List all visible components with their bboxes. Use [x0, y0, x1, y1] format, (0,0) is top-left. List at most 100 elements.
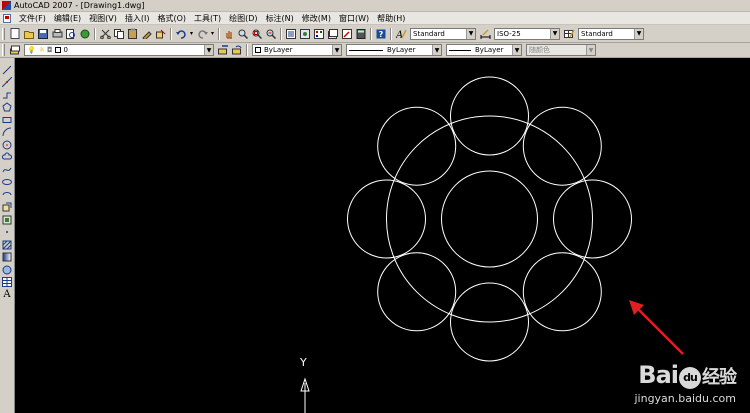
sheet-set-manager-icon[interactable]: [327, 28, 339, 40]
zoom-previous-icon[interactable]: [265, 28, 277, 40]
table-style-select[interactable]: Standard ▼: [578, 27, 644, 40]
construction-line-icon[interactable]: [2, 77, 13, 88]
lineweight-control-select[interactable]: ByLayer ▼: [446, 44, 522, 56]
menu-tools[interactable]: 工具(T): [190, 13, 225, 24]
layer-select[interactable]: 💡 ☼ ◘ 0 ▼: [24, 44, 214, 56]
menu-window[interactable]: 窗口(W): [335, 13, 373, 24]
redo-dropdown-icon[interactable]: ▾: [210, 28, 215, 40]
multiline-text-icon[interactable]: A: [2, 289, 13, 300]
pan-icon[interactable]: [223, 28, 235, 40]
layer-state-icons: 💡: [27, 46, 36, 54]
markup-set-manager-icon[interactable]: [341, 28, 353, 40]
linetype-control-select[interactable]: ByLayer ▼: [346, 44, 442, 56]
document-icon[interactable]: [3, 13, 11, 23]
menu-file[interactable]: 文件(F): [15, 13, 50, 24]
region-icon[interactable]: [2, 264, 13, 275]
help-icon[interactable]: ?: [375, 28, 387, 40]
chevron-down-icon: ▼: [466, 28, 475, 39]
polyline-icon[interactable]: [2, 89, 13, 100]
point-icon[interactable]: [2, 227, 13, 238]
new-file-icon[interactable]: [9, 28, 21, 40]
chevron-down-icon: ▼: [432, 45, 441, 55]
circle-icon[interactable]: [2, 139, 13, 150]
color-control-select[interactable]: ByLayer ▼: [252, 44, 342, 56]
match-properties-icon[interactable]: [141, 28, 153, 40]
polygon-icon[interactable]: [2, 102, 13, 113]
copy-icon[interactable]: [113, 28, 125, 40]
autocad-window: AutoCAD 2007 - [Drawing1.dwg] 文件(F) 编辑(E…: [0, 0, 750, 413]
toolbar-grip[interactable]: [2, 27, 5, 40]
lineweight-control-value: ByLayer: [475, 46, 504, 54]
undo-dropdown-icon[interactable]: ▾: [189, 28, 194, 40]
design-center-icon[interactable]: [299, 28, 311, 40]
make-block-icon[interactable]: [2, 214, 13, 225]
menu-edit[interactable]: 编辑(E): [50, 13, 85, 24]
menu-view[interactable]: 视图(V): [85, 13, 121, 24]
drawing-canvas[interactable]: Y Bai du 经验 jingyan.baidu.com: [15, 58, 750, 413]
tool-palettes-icon[interactable]: [313, 28, 325, 40]
publish-icon[interactable]: [79, 28, 91, 40]
spline-icon[interactable]: [2, 164, 13, 175]
linetype-sample: [349, 49, 383, 51]
menu-insert[interactable]: 插入(I): [121, 13, 154, 24]
menu-modify[interactable]: 修改(M): [298, 13, 335, 24]
quickcalc-icon[interactable]: [355, 28, 367, 40]
menu-draw[interactable]: 绘图(D): [225, 13, 261, 24]
plot-preview-icon[interactable]: [65, 28, 77, 40]
properties-icon[interactable]: [285, 28, 297, 40]
arc-icon[interactable]: [2, 127, 13, 138]
line-icon[interactable]: [2, 64, 13, 75]
open-file-icon[interactable]: [23, 28, 35, 40]
chevron-down-icon: ▼: [332, 45, 341, 55]
save-icon[interactable]: [37, 28, 49, 40]
dimension-style-icon[interactable]: [479, 28, 491, 40]
menu-help[interactable]: 帮助(H): [373, 13, 409, 24]
toolbar-grip[interactable]: [2, 44, 5, 56]
lock-icon: ◘: [47, 46, 53, 54]
watermark-url: jingyan.baidu.com: [634, 392, 736, 405]
paste-icon[interactable]: [127, 28, 139, 40]
redo-icon[interactable]: [196, 28, 208, 40]
gradient-icon[interactable]: [2, 252, 13, 263]
menu-bar: 文件(F) 编辑(E) 视图(V) 插入(I) 格式(O) 工具(T) 绘图(D…: [0, 12, 750, 25]
center-circle: [441, 170, 538, 268]
text-style-select[interactable]: Standard ▼: [410, 27, 476, 40]
text-style-icon[interactable]: A: [395, 28, 407, 40]
cut-icon[interactable]: [99, 28, 111, 40]
separator: [390, 27, 392, 40]
linetype-control-value: ByLayer: [387, 46, 416, 54]
table-icon[interactable]: [2, 277, 13, 288]
ellipse-icon[interactable]: [2, 177, 13, 188]
window-title: AutoCAD 2007 - [Drawing1.dwg]: [14, 1, 145, 10]
separator: [370, 27, 372, 40]
separator: [94, 27, 96, 40]
table-style-icon[interactable]: [563, 28, 575, 40]
paw-icon: du: [679, 367, 701, 389]
zoom-window-icon[interactable]: [251, 28, 263, 40]
hatch-icon[interactable]: [2, 239, 13, 250]
menu-format[interactable]: 格式(O): [153, 13, 190, 24]
separator: [170, 27, 172, 40]
insert-block-icon[interactable]: [2, 202, 13, 213]
svg-text:?: ?: [379, 30, 384, 39]
rectangle-icon[interactable]: [2, 114, 13, 125]
menu-dimension[interactable]: 标注(N): [262, 13, 298, 24]
plot-style-control-select[interactable]: 随颜色 ▼: [526, 44, 596, 56]
undo-icon[interactable]: [175, 28, 187, 40]
standard-toolbar: ▾ ▾ ? A Standard ▼ ISO-25 ▼ Standard ▼: [0, 25, 750, 43]
ellipse-arc-icon[interactable]: [2, 189, 13, 200]
layer-manager-icon[interactable]: [9, 44, 21, 56]
ucs-y-label: Y: [300, 356, 307, 369]
plot-icon[interactable]: [51, 28, 63, 40]
layer-previous-icon[interactable]: [231, 44, 243, 56]
plot-style-control-value: 随颜色: [529, 46, 550, 54]
current-layer-value: 0: [63, 46, 69, 54]
layer-color-swatch: [54, 47, 61, 53]
revision-cloud-icon[interactable]: [2, 152, 13, 163]
block-editor-icon[interactable]: [155, 28, 167, 40]
color-swatch: [255, 47, 261, 53]
zoom-realtime-icon[interactable]: [237, 28, 249, 40]
layers-toolbar: 💡 ☼ ◘ 0 ▼ ByLayer ▼ ByLayer ▼ ByLayer ▼ …: [0, 43, 750, 58]
make-object-layer-current-icon[interactable]: [217, 44, 229, 56]
dimension-style-select[interactable]: ISO-25 ▼: [494, 27, 560, 40]
